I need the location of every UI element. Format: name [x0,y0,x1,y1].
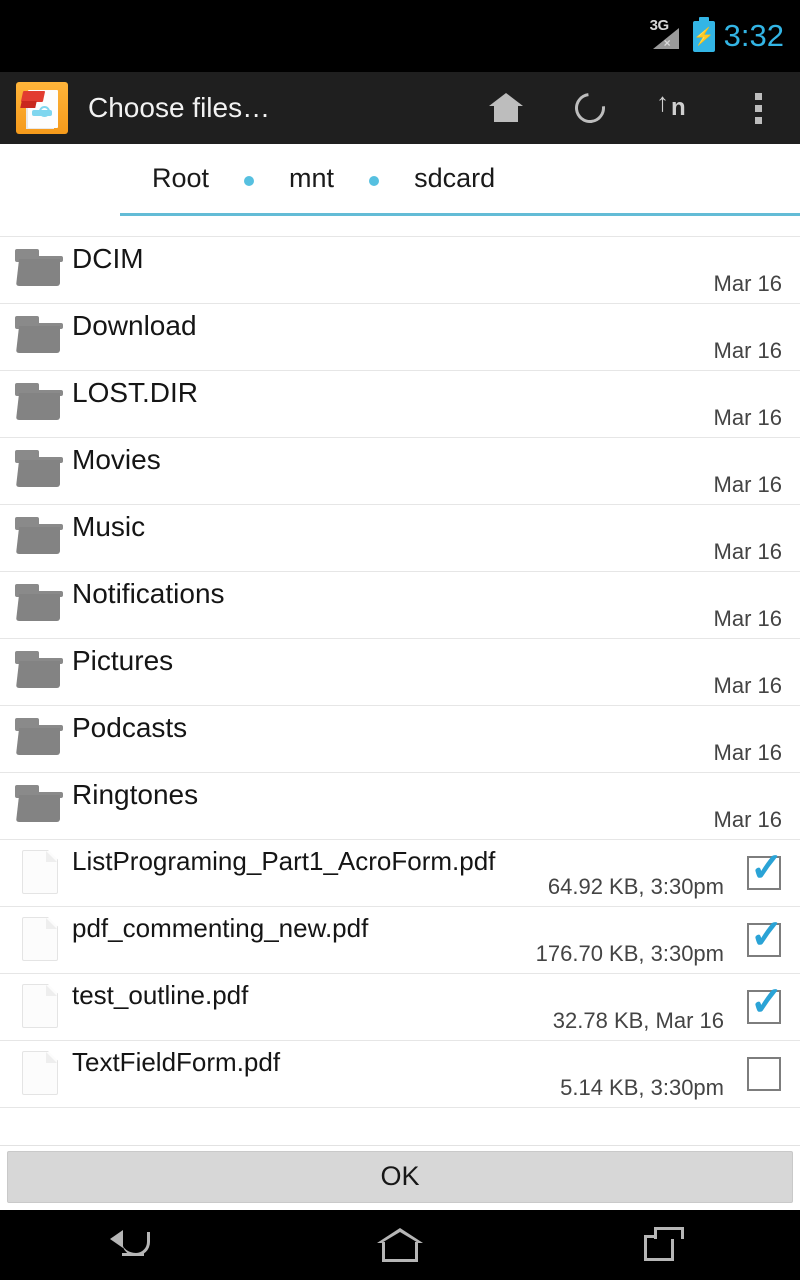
breadcrumb-bar: Root mnt sdcard [0,144,800,216]
breadcrumb-separator-dot-icon [244,176,254,186]
folder-icon [15,718,63,756]
list-item-meta: Mar 16 [714,271,782,297]
file-checkbox[interactable]: ✓ [747,856,781,890]
list-item[interactable]: TextFieldForm.pdf 5.14 KB, 3:30pm ✓ [0,1041,800,1108]
folder-icon [15,584,63,622]
list-item[interactable]: Notifications Mar 16 [0,572,800,639]
list-item-meta: Mar 16 [714,539,782,565]
list-item[interactable]: Ringtones Mar 16 [0,773,800,840]
list-item-meta: Mar 16 [714,472,782,498]
list-item[interactable]: LOST.DIR Mar 16 [0,371,800,438]
up-navigation-button[interactable]: ↑n [632,72,716,144]
folder-icon [15,450,63,488]
status-bar: 3G × ⚡ 3:32 [0,0,800,72]
signal-triangle-no-service-icon: 3G × [650,19,684,53]
folder-icon [15,316,63,354]
folder-icon [15,651,63,689]
ok-button[interactable]: OK [7,1151,793,1203]
list-item[interactable]: pdf_commenting_new.pdf 176.70 KB, 3:30pm… [0,907,800,974]
status-bar-clock: 3:32 [724,18,784,54]
action-bar-actions: ↑n [464,72,800,144]
folder-icon [15,383,63,421]
list-item-label: Music [72,511,145,543]
battery-charging-icon: ⚡ [693,21,715,52]
no-service-x-icon: × [664,36,671,50]
list-item[interactable]: Download Mar 16 [0,304,800,371]
file-checkbox[interactable]: ✓ [747,990,781,1024]
list-item-meta: 5.14 KB, 3:30pm [560,1075,724,1101]
list-item-label: Notifications [72,578,225,610]
list-item[interactable]: ListPrograming_Part1_AcroForm.pdf 64.92 … [0,840,800,907]
breadcrumb-separator-dot-icon [369,176,379,186]
list-item[interactable]: Music Mar 16 [0,505,800,572]
list-item-label: Podcasts [72,712,187,744]
recents-icon [644,1227,690,1263]
folder-icon [15,517,63,555]
home-icon [377,1228,423,1262]
breadcrumb-item-root[interactable]: Root [152,163,209,194]
home-icon [489,93,523,123]
list-item-label: Download [72,310,197,342]
list-item-label: Ringtones [72,779,198,811]
footer-bar: OK [0,1145,800,1205]
back-icon [110,1228,156,1262]
list-item-label: test_outline.pdf [72,980,248,1011]
list-item-meta: Mar 16 [714,338,782,364]
document-app-icon [16,82,68,134]
list-item[interactable]: test_outline.pdf 32.78 KB, Mar 16 ✓ [0,974,800,1041]
nav-back-button[interactable] [0,1210,267,1280]
nav-home-button[interactable] [267,1210,534,1280]
list-item-label: pdf_commenting_new.pdf [72,913,368,944]
up-navigation-icon: ↑n [654,92,694,124]
file-icon [22,1051,58,1095]
file-icon [22,850,58,894]
system-navigation-bar [0,1210,800,1280]
list-item-label: ListPrograming_Part1_AcroForm.pdf [72,846,495,877]
list-item-meta: Mar 16 [714,217,782,221]
file-checkbox[interactable]: ✓ [747,1057,781,1091]
list-item[interactable]: Pictures Mar 16 [0,639,800,706]
list-item-meta: Mar 16 [714,606,782,632]
android-file-picker-screen: 3G × ⚡ 3:32 Choose files… [0,0,800,1280]
list-item-meta: 176.70 KB, 3:30pm [536,941,724,967]
action-bar: Choose files… ↑n [0,72,800,144]
file-list[interactable]: Mar 16 DCIM Mar 16 Download Mar 16 LOST.… [0,217,800,1145]
page-title: Choose files… [88,92,464,124]
list-item-meta: Mar 16 [714,673,782,699]
list-item[interactable]: Movies Mar 16 [0,438,800,505]
status-bar-right: 3G × ⚡ 3:32 [650,18,784,54]
folder-icon [15,785,63,823]
list-item-label: Pictures [72,645,173,677]
nav-recents-button[interactable] [533,1210,800,1280]
refresh-icon [569,87,611,129]
list-item[interactable]: Mar 16 [0,217,800,237]
breadcrumb: Root mnt sdcard [120,144,800,216]
list-item[interactable]: Podcasts Mar 16 [0,706,800,773]
file-checkbox[interactable]: ✓ [747,923,781,957]
file-icon [22,917,58,961]
overflow-menu-icon [755,93,762,124]
list-item-label: DCIM [72,243,144,275]
list-item[interactable]: DCIM Mar 16 [0,237,800,304]
list-item-meta: Mar 16 [714,405,782,431]
list-item-meta: 32.78 KB, Mar 16 [553,1008,724,1034]
home-button[interactable] [464,72,548,144]
refresh-button[interactable] [548,72,632,144]
folder-icon [15,249,63,287]
list-item-meta: 64.92 KB, 3:30pm [548,874,724,900]
list-item-meta: Mar 16 [714,807,782,833]
breadcrumb-item-mnt[interactable]: mnt [289,163,334,194]
network-type-label: 3G [650,17,669,34]
list-item-meta: Mar 16 [714,740,782,766]
breadcrumb-item-sdcard[interactable]: sdcard [414,163,495,194]
overflow-menu-button[interactable] [716,72,800,144]
list-item-label: LOST.DIR [72,377,198,409]
file-icon [22,984,58,1028]
list-item-label: Movies [72,444,161,476]
list-item-label: TextFieldForm.pdf [72,1047,280,1078]
